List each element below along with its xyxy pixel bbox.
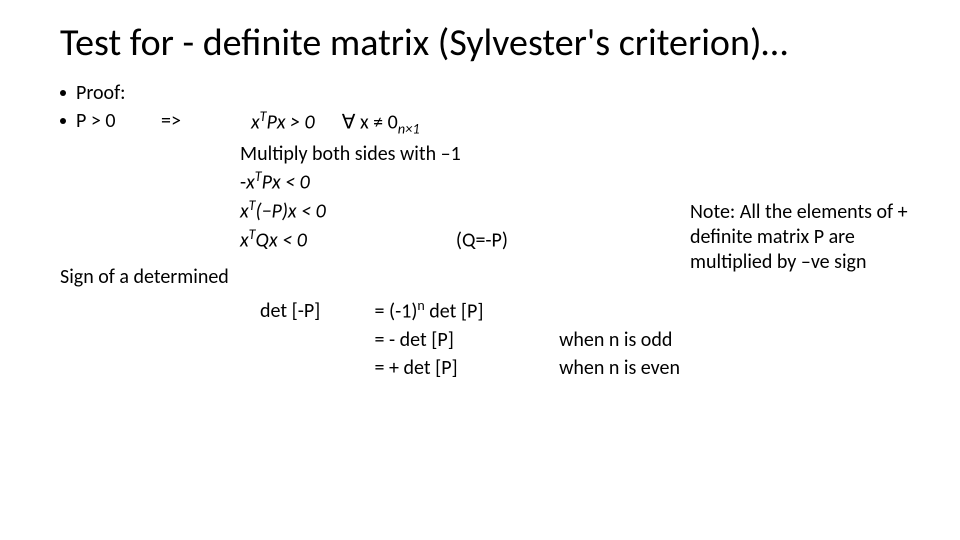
det-cond-odd: when n is odd	[559, 327, 672, 353]
forall-x: ∀ x ≠ 0	[342, 111, 398, 135]
det-lhs: det [-P]	[260, 298, 370, 324]
det-row-1: det [-P] = (-1)n det [P]	[260, 297, 900, 325]
determinant-block: det [-P] = (-1)n det [P] = - det [P] whe…	[60, 297, 900, 382]
det-row-2: = - det [P] when n is odd	[260, 327, 900, 353]
transpose-sup: T	[249, 226, 256, 243]
px-lt0: Px < 0	[262, 171, 310, 195]
x-var: x	[240, 200, 249, 224]
det-eq-3: = + det [P]	[375, 355, 555, 381]
multiply-note: Multiply both sides with –1	[240, 141, 900, 167]
transpose-sup: T	[249, 197, 256, 214]
det-eq-2: = - det [P]	[375, 327, 555, 353]
det-n-sup: n	[417, 297, 424, 314]
bullet-dot	[60, 118, 66, 124]
slide-title: Test for - definite matrix (Sylvester's …	[60, 22, 900, 66]
p-gt-zero: P > 0	[76, 108, 161, 134]
implies-symbol: =>	[161, 108, 251, 134]
bullet-dot	[60, 90, 66, 96]
q-expr: Qx < 0	[256, 229, 307, 253]
negp-expr: (−P)x < 0	[256, 200, 326, 224]
proof-label: Proof:	[76, 80, 126, 106]
slide: Test for - definite matrix (Sylvester's …	[0, 0, 960, 540]
bullet-proof: Proof:	[60, 80, 900, 106]
side-note: Note: All the elements of + definite mat…	[690, 200, 930, 275]
det-eq-1b: det [P]	[425, 299, 484, 323]
det-eq-1a: = (-1)	[375, 299, 418, 323]
det-row-3: = + det [P] when n is even	[260, 355, 900, 381]
x-var: x	[240, 229, 249, 253]
dim-sub: n×1	[398, 120, 420, 138]
quad-form-line2: -xTPx < 0	[240, 168, 900, 196]
bullet-p-positive: P > 0 => xTPx > 0 ∀ x ≠ 0n×1	[60, 108, 900, 139]
det-eq-1: = (-1)n det [P]	[375, 297, 555, 325]
q-substitution: (Q=-P)	[456, 229, 508, 253]
transpose-sup: T	[260, 108, 267, 125]
quad-form-line1: xTPx > 0 ∀ x ≠ 0n×1	[251, 108, 420, 139]
x-var: x	[251, 111, 260, 135]
px-expr: Px > 0	[267, 111, 315, 135]
det-cond-even: when n is even	[559, 355, 680, 381]
transpose-sup: T	[255, 168, 262, 185]
x-var: x	[246, 171, 255, 195]
